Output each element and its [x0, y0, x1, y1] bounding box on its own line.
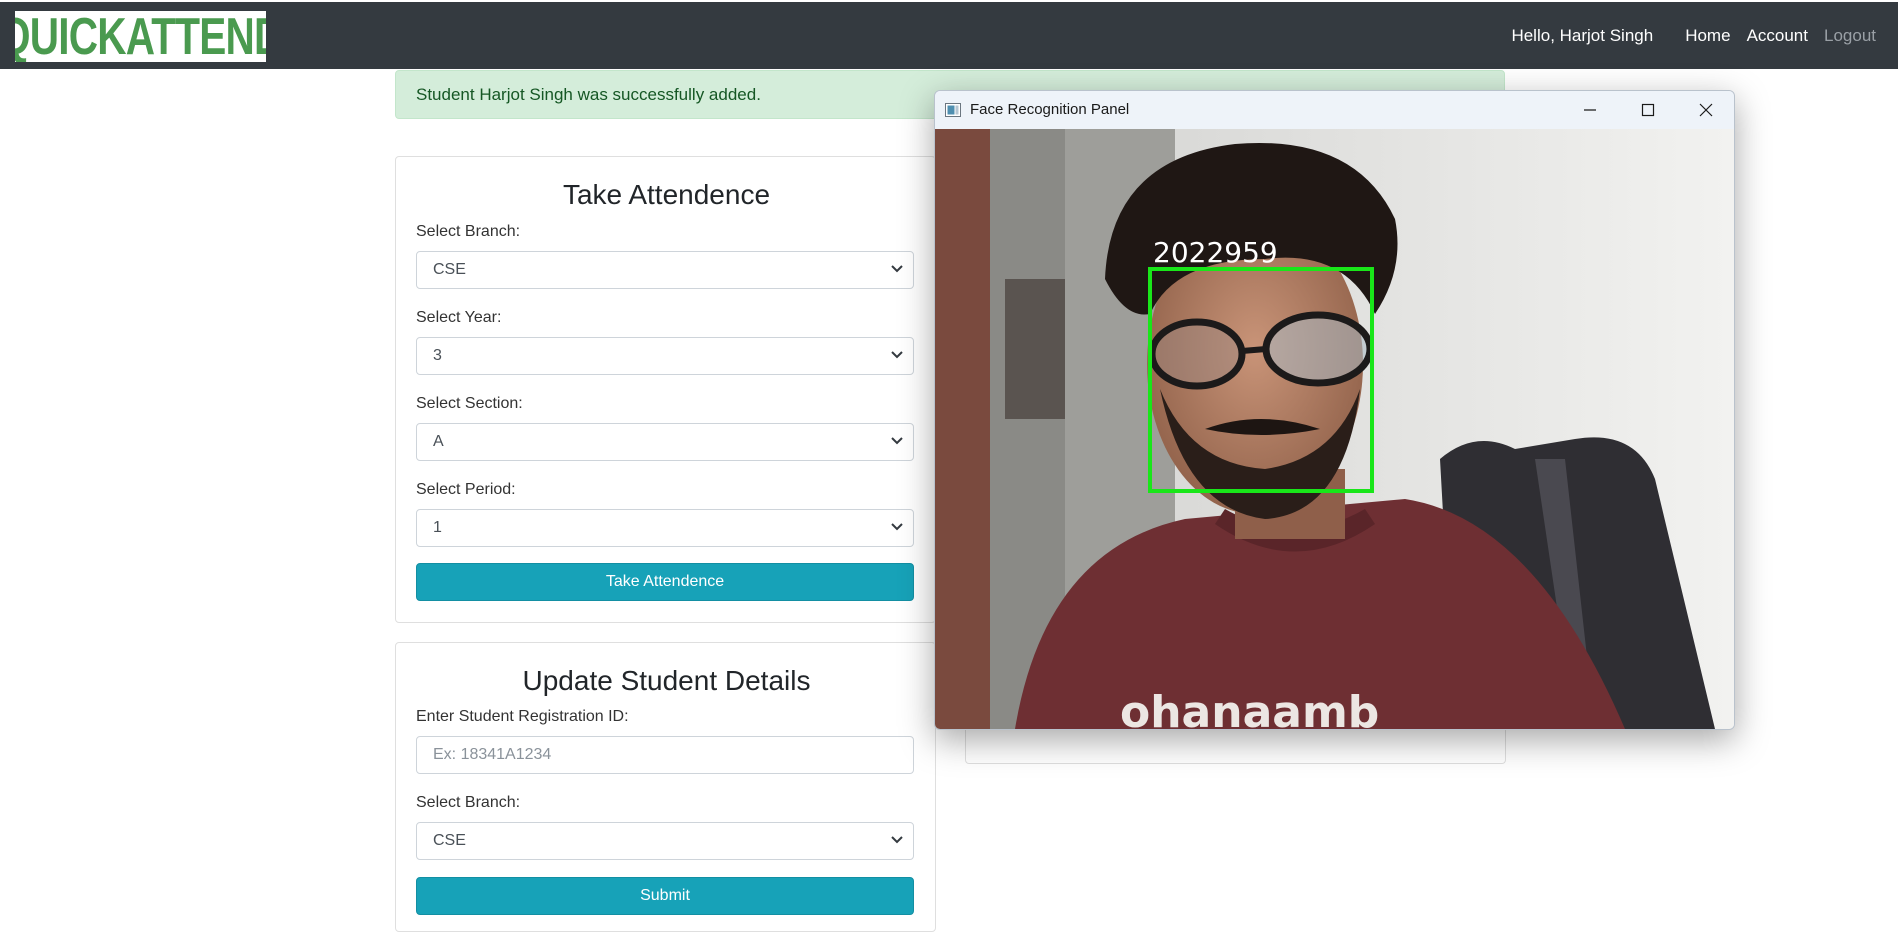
- period-select-value: 1: [433, 519, 442, 536]
- chevron-down-icon: [891, 351, 903, 359]
- chevron-down-icon: [891, 265, 903, 273]
- nav-link-home[interactable]: Home: [1685, 26, 1730, 46]
- year-select-value: 3: [433, 347, 442, 364]
- user-greeting: Hello, Harjot Singh: [1511, 25, 1654, 45]
- registration-id-input[interactable]: Ex: 18341A1234: [416, 736, 914, 774]
- brand-logo-text: QUICKATTEND: [15, 11, 266, 62]
- branch-select[interactable]: CSE: [416, 251, 914, 289]
- chevron-down-icon: [891, 836, 903, 844]
- section-select-value: A: [433, 433, 444, 450]
- minimize-icon: [1584, 109, 1596, 111]
- take-attendance-button[interactable]: Take Attendence: [416, 563, 914, 601]
- year-select[interactable]: 3: [416, 337, 914, 375]
- window-title: Face Recognition Panel: [970, 101, 1130, 118]
- period-label: Select Period:: [416, 481, 516, 498]
- branch-label: Select Branch:: [416, 223, 521, 240]
- recognized-id-label: 2022959: [1153, 236, 1278, 269]
- camera-feed: ohanaamb 2022959: [935, 129, 1734, 729]
- update-branch-label: Select Branch:: [416, 794, 521, 811]
- branch-select-value: CSE: [433, 261, 466, 278]
- take-attendance-title: Take Attendence: [562, 179, 771, 210]
- chevron-down-icon: [891, 437, 903, 445]
- close-icon: [1699, 103, 1713, 117]
- section-label: Select Section:: [416, 395, 523, 412]
- nav-link-account[interactable]: Account: [1747, 26, 1808, 46]
- section-select[interactable]: A: [416, 423, 914, 461]
- app-icon: [945, 103, 961, 117]
- year-label: Select Year:: [416, 309, 502, 326]
- camera-frame-image: ohanaamb 2022959: [935, 129, 1734, 729]
- nav-links: Hello, Harjot Singh Home Account Logout: [1511, 2, 1876, 69]
- window-titlebar[interactable]: Face Recognition Panel: [935, 91, 1734, 129]
- registration-id-placeholder: Ex: 18341A1234: [433, 746, 552, 763]
- update-branch-select-value: CSE: [433, 832, 466, 849]
- take-attendance-card: Take Attendence Select Branch: CSE Selec…: [395, 156, 936, 623]
- navbar: QUICKATTEND Hello, Harjot Singh Home Acc…: [0, 2, 1898, 69]
- alert-message: Student Harjot Singh was successfully ad…: [416, 85, 761, 104]
- close-button[interactable]: [1677, 91, 1734, 129]
- registration-id-label: Enter Student Registration ID:: [416, 708, 629, 725]
- face-recognition-window[interactable]: Face Recognition Panel ohanaamb 2022959: [934, 90, 1735, 730]
- chevron-down-icon: [891, 523, 903, 531]
- update-student-title: Update Student Details: [522, 665, 811, 696]
- update-student-card: Update Student Details Enter Student Reg…: [395, 642, 936, 932]
- update-branch-select[interactable]: CSE: [416, 822, 914, 860]
- submit-button[interactable]: Submit: [416, 877, 914, 915]
- maximize-button[interactable]: [1619, 91, 1677, 129]
- brand-logo[interactable]: QUICKATTEND: [15, 11, 266, 62]
- period-select[interactable]: 1: [416, 509, 914, 547]
- nav-link-logout[interactable]: Logout: [1824, 26, 1876, 46]
- minimize-button[interactable]: [1561, 91, 1619, 129]
- maximize-icon: [1641, 103, 1655, 117]
- shirt-print: ohanaamb: [1120, 687, 1379, 729]
